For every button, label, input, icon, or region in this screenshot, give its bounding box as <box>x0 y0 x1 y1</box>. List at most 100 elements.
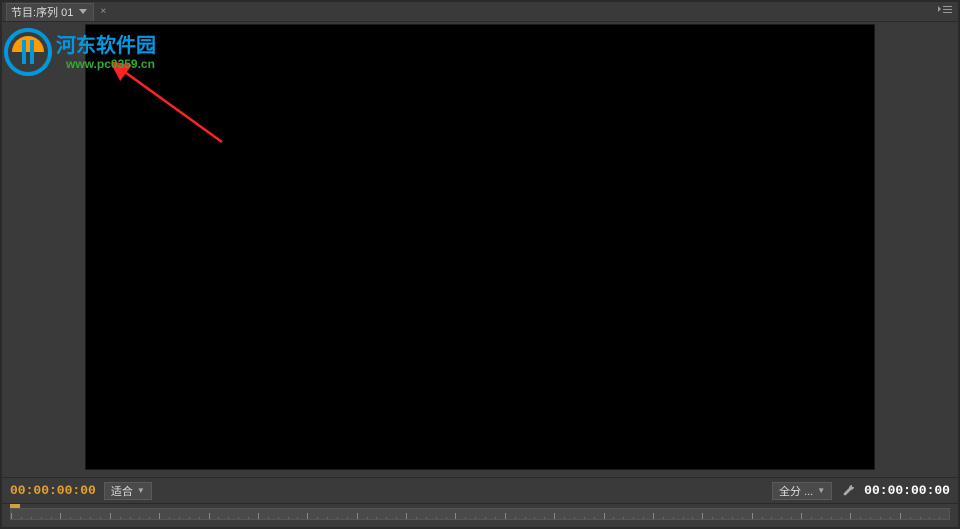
tick <box>159 513 169 520</box>
tick <box>228 517 238 520</box>
tick <box>426 517 436 520</box>
tick <box>376 517 386 520</box>
tick <box>80 517 90 520</box>
tick <box>189 517 199 520</box>
controls-bar: 00:00:00:00 适合 ▼ 全分 ... ▼ 00:00:00:00 <box>2 477 958 503</box>
tick <box>386 517 396 520</box>
tick <box>525 517 535 520</box>
chevron-down-icon: ▼ <box>137 486 145 495</box>
tick <box>811 517 821 520</box>
tick <box>929 517 939 520</box>
tick <box>771 517 781 520</box>
tick <box>406 513 416 520</box>
tick <box>900 513 910 520</box>
program-tab[interactable]: 节目: 序列 01 <box>6 3 94 21</box>
tick <box>722 517 732 520</box>
tick <box>544 517 554 520</box>
tick <box>100 517 110 520</box>
tick <box>465 517 475 520</box>
tick <box>297 517 307 520</box>
tick <box>70 517 80 520</box>
panel-menu-icon[interactable] <box>938 5 952 18</box>
tick <box>21 517 31 520</box>
timeline-scrubber-area <box>2 503 958 525</box>
tick <box>643 517 653 520</box>
tick <box>337 517 347 520</box>
tick <box>436 517 446 520</box>
tick <box>673 517 683 520</box>
tick <box>169 517 179 520</box>
zoom-dropdown-label: 适合 <box>111 483 133 499</box>
tab-bar: 节目: 序列 01 × <box>2 2 958 22</box>
tick <box>732 517 742 520</box>
tick <box>850 513 860 520</box>
tick <box>633 517 643 520</box>
tick <box>347 517 357 520</box>
resolution-dropdown[interactable]: 全分 ... ▼ <box>772 482 832 500</box>
tick <box>623 517 633 520</box>
tick <box>692 517 702 520</box>
tick <box>51 517 61 520</box>
tick <box>416 517 426 520</box>
tick <box>495 517 505 520</box>
tab-dropdown[interactable] <box>77 9 89 15</box>
tick <box>841 517 851 520</box>
close-icon[interactable]: × <box>100 6 106 17</box>
tick <box>663 517 673 520</box>
tick <box>762 517 772 520</box>
timecode-duration: 00:00:00:00 <box>864 483 950 498</box>
tick <box>120 517 130 520</box>
tick <box>613 517 623 520</box>
tick <box>268 517 278 520</box>
tick <box>41 517 51 520</box>
tick <box>910 517 920 520</box>
tick <box>446 517 456 520</box>
tick <box>584 517 594 520</box>
tick <box>110 513 120 520</box>
tick <box>860 517 870 520</box>
tick <box>248 517 258 520</box>
zoom-dropdown[interactable]: 适合 ▼ <box>104 482 152 500</box>
tick <box>455 513 465 520</box>
tick <box>60 513 70 520</box>
wrench-icon[interactable] <box>840 483 856 499</box>
tick <box>31 517 41 520</box>
tick <box>702 513 712 520</box>
tick <box>139 517 149 520</box>
tick <box>218 517 228 520</box>
tick <box>564 517 574 520</box>
tick <box>594 517 604 520</box>
tick <box>209 513 219 520</box>
timeline-ruler[interactable] <box>10 508 950 520</box>
tick <box>683 517 693 520</box>
tick <box>179 517 189 520</box>
resolution-dropdown-label: 全分 ... <box>779 483 813 499</box>
tick <box>870 517 880 520</box>
program-viewer: 河东软件园 www.pc0359.cn <box>2 22 958 477</box>
tick <box>821 517 831 520</box>
timecode-current[interactable]: 00:00:00:00 <box>10 483 96 498</box>
tick <box>604 513 614 520</box>
tick <box>485 517 495 520</box>
tick <box>307 513 317 520</box>
tick <box>791 517 801 520</box>
video-canvas[interactable] <box>85 24 875 470</box>
tick <box>130 517 140 520</box>
tick <box>831 517 841 520</box>
tick <box>238 517 248 520</box>
tick <box>939 517 949 520</box>
tick <box>742 517 752 520</box>
tick <box>515 517 525 520</box>
tick <box>258 513 268 520</box>
tick <box>357 513 367 520</box>
tick <box>317 517 327 520</box>
tick <box>199 517 209 520</box>
tick <box>90 517 100 520</box>
tick <box>801 513 811 520</box>
tick <box>781 517 791 520</box>
tick <box>149 517 159 520</box>
tick <box>920 517 930 520</box>
tick <box>288 517 298 520</box>
tick <box>712 517 722 520</box>
tick <box>11 513 21 520</box>
